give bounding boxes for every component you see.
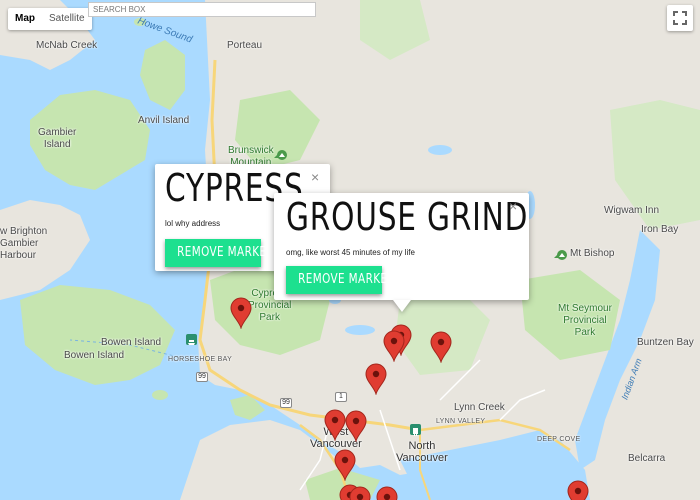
map-marker-icon[interactable] [345,410,367,443]
map-type-map-button[interactable]: Map [8,8,42,30]
search-input[interactable] [88,2,316,17]
place-gambier-island: Gambier Island [38,127,77,150]
map-marker-icon[interactable] [349,486,371,500]
place-porteau: Porteau [227,40,263,51]
place-wigwam-inn: Wigwam Inn [604,205,660,216]
map-marker-icon[interactable] [383,330,405,363]
mountain-peak-icon [277,147,287,160]
place-lynn-valley: LYNN VALLEY [436,418,486,425]
place-iron-bay: Iron Bay [641,224,679,235]
map-marker-icon[interactable] [567,480,589,500]
place-anvil-island: Anvil Island [138,115,190,126]
place-mt-bishop: Mt Bishop [570,248,615,259]
place-deep-cove: DEEP COVE [537,436,581,443]
place-bowen-island-1: Bowen Island [101,337,162,348]
highway-99-shield: 99 [280,398,292,408]
place-new-brighton: w Brighton [0,226,48,237]
mountain-peak-icon [557,247,567,260]
remove-marker-button[interactable]: REMOVE MARKER [286,266,395,294]
remove-marker-button[interactable]: REMOVE MARKER [165,239,274,267]
map-canvas[interactable]: McNab Creek Porteau Howe Sound Anvil Isl… [0,0,700,500]
highway-1-shield: 1 [335,392,347,402]
highway-99-shield: 99 [196,372,208,382]
place-mcnab-creek: McNab Creek [36,40,98,51]
map-marker-icon[interactable] [230,297,252,330]
place-north-vancouver: North Vancouver [396,440,448,464]
close-icon[interactable]: × [311,170,319,184]
map-marker-icon[interactable] [324,409,346,442]
ferry-terminal-icon [186,334,197,345]
map-marker-icon[interactable] [334,449,356,482]
fullscreen-button[interactable] [667,5,693,31]
map-marker-icon[interactable] [376,486,398,500]
fullscreen-icon [673,11,687,25]
info-window-title: GROUSE GRIND [286,195,529,239]
info-window-grouse-grind: GROUSE GRIND omg, like worst 45 minutes … [274,193,529,300]
info-window-description: omg, like worst 45 minutes of my life [286,248,415,257]
close-icon[interactable]: × [509,199,517,213]
map-type-control: Map Satellite [8,8,92,30]
map-marker-icon[interactable] [430,331,452,364]
place-gambier-harbour: Gambier Harbour [0,238,39,261]
place-bowen-island-2: Bowen Island [64,350,125,361]
train-station-icon [410,424,421,436]
place-mt-seymour-park: Mt Seymour Provincial Park [558,303,612,338]
place-buntzen-bay: Buntzen Bay [637,337,694,348]
map-marker-icon[interactable] [365,363,387,396]
place-belcarra: Belcarra [628,453,666,464]
info-window-description: lol why address [165,219,221,228]
place-horseshoe-bay: HORSESHOE BAY [168,356,233,363]
place-lynn-creek: Lynn Creek [454,402,505,413]
map-type-satellite-button[interactable]: Satellite [42,8,92,30]
info-window-tail [393,300,411,312]
